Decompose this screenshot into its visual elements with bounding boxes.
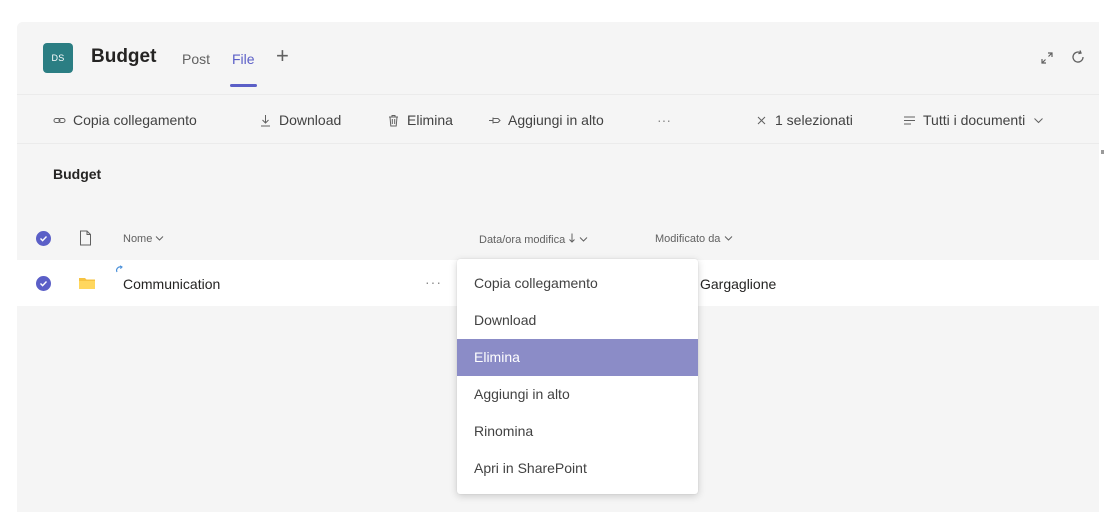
column-name-header[interactable]: Nome xyxy=(123,233,164,245)
channel-title: Budget xyxy=(91,46,157,67)
chevron-down-icon xyxy=(724,236,732,241)
selected-count: 1 selezionati xyxy=(775,112,853,128)
team-avatar[interactable]: DS xyxy=(43,43,73,73)
pin-icon xyxy=(489,117,501,123)
menu-item-open-in-sharepoint[interactable]: Apri in SharePoint xyxy=(457,450,698,487)
arrow-down-icon xyxy=(569,233,576,243)
menu-item-copy-link[interactable]: Copia collegamento xyxy=(457,265,698,302)
pin-to-top-label: Aggiungi in alto xyxy=(508,112,604,128)
row-checkbox[interactable] xyxy=(36,276,51,291)
breadcrumb[interactable]: Budget xyxy=(53,166,101,182)
column-header-row: Nome Data/ora modifica Modificato da xyxy=(17,224,1099,254)
download-button[interactable]: Download xyxy=(259,111,341,129)
column-modified-header[interactable]: Data/ora modifica xyxy=(479,233,588,246)
tab-post[interactable]: Post xyxy=(182,51,210,67)
trash-icon xyxy=(389,114,398,126)
copy-link-button[interactable]: Copia collegamento xyxy=(53,111,197,129)
select-all-checkbox[interactable] xyxy=(36,231,51,246)
channel-header: DS Budget Post File + xyxy=(17,22,1099,94)
scrollbar[interactable] xyxy=(1101,150,1104,154)
delete-button[interactable]: Elimina xyxy=(387,111,453,129)
refresh-icon[interactable] xyxy=(1069,48,1087,66)
folder-icon xyxy=(79,278,95,289)
chevron-down-icon xyxy=(156,236,164,241)
context-menu: Copia collegamento Download Elimina Aggi… xyxy=(457,259,698,494)
row-more-options-button[interactable]: ··· xyxy=(425,274,442,290)
checkmark-icon xyxy=(40,281,48,287)
clear-selection-button[interactable]: 1 selezionati xyxy=(755,111,853,129)
view-label: Tutti i documenti xyxy=(923,112,1026,128)
column-modified-label: Data/ora modifica xyxy=(479,234,566,246)
active-tab-indicator xyxy=(230,84,257,87)
list-view-icon xyxy=(904,116,915,124)
close-icon xyxy=(757,116,766,124)
column-modified-by-header[interactable]: Modificato da xyxy=(655,233,733,245)
column-name-label: Nome xyxy=(123,233,153,245)
modified-by-value: Gargaglione xyxy=(700,276,777,292)
file-name-link[interactable]: Communication xyxy=(123,276,220,292)
delete-label: Elimina xyxy=(407,112,453,128)
view-selector[interactable]: Tutti i documenti xyxy=(903,111,1045,129)
add-tab-button[interactable]: + xyxy=(276,45,289,67)
menu-item-pin-to-top[interactable]: Aggiungi in alto xyxy=(457,376,698,413)
sync-icon xyxy=(116,265,123,273)
pin-to-top-button[interactable]: Aggiungi in alto xyxy=(488,111,604,129)
column-modified-by-label: Modificato da xyxy=(655,233,721,245)
file-type-icon xyxy=(80,230,91,246)
menu-item-download[interactable]: Download xyxy=(457,302,698,339)
more-options-label: ··· xyxy=(657,112,671,128)
menu-item-rename[interactable]: Rinomina xyxy=(457,413,698,450)
chevron-down-icon xyxy=(1034,117,1044,123)
tab-file[interactable]: File xyxy=(232,51,255,67)
menu-item-delete[interactable]: Elimina xyxy=(457,339,698,376)
chevron-down-icon xyxy=(579,237,588,242)
download-label: Download xyxy=(279,112,342,128)
link-icon xyxy=(53,117,66,123)
expand-icon[interactable] xyxy=(1039,50,1055,66)
download-icon xyxy=(261,114,270,126)
more-options-button[interactable]: ··· xyxy=(657,111,671,129)
command-bar: Copia collegamento Download Elimina Aggi… xyxy=(17,94,1099,144)
copy-link-label: Copia collegamento xyxy=(73,112,197,128)
checkmark-icon xyxy=(40,236,48,242)
